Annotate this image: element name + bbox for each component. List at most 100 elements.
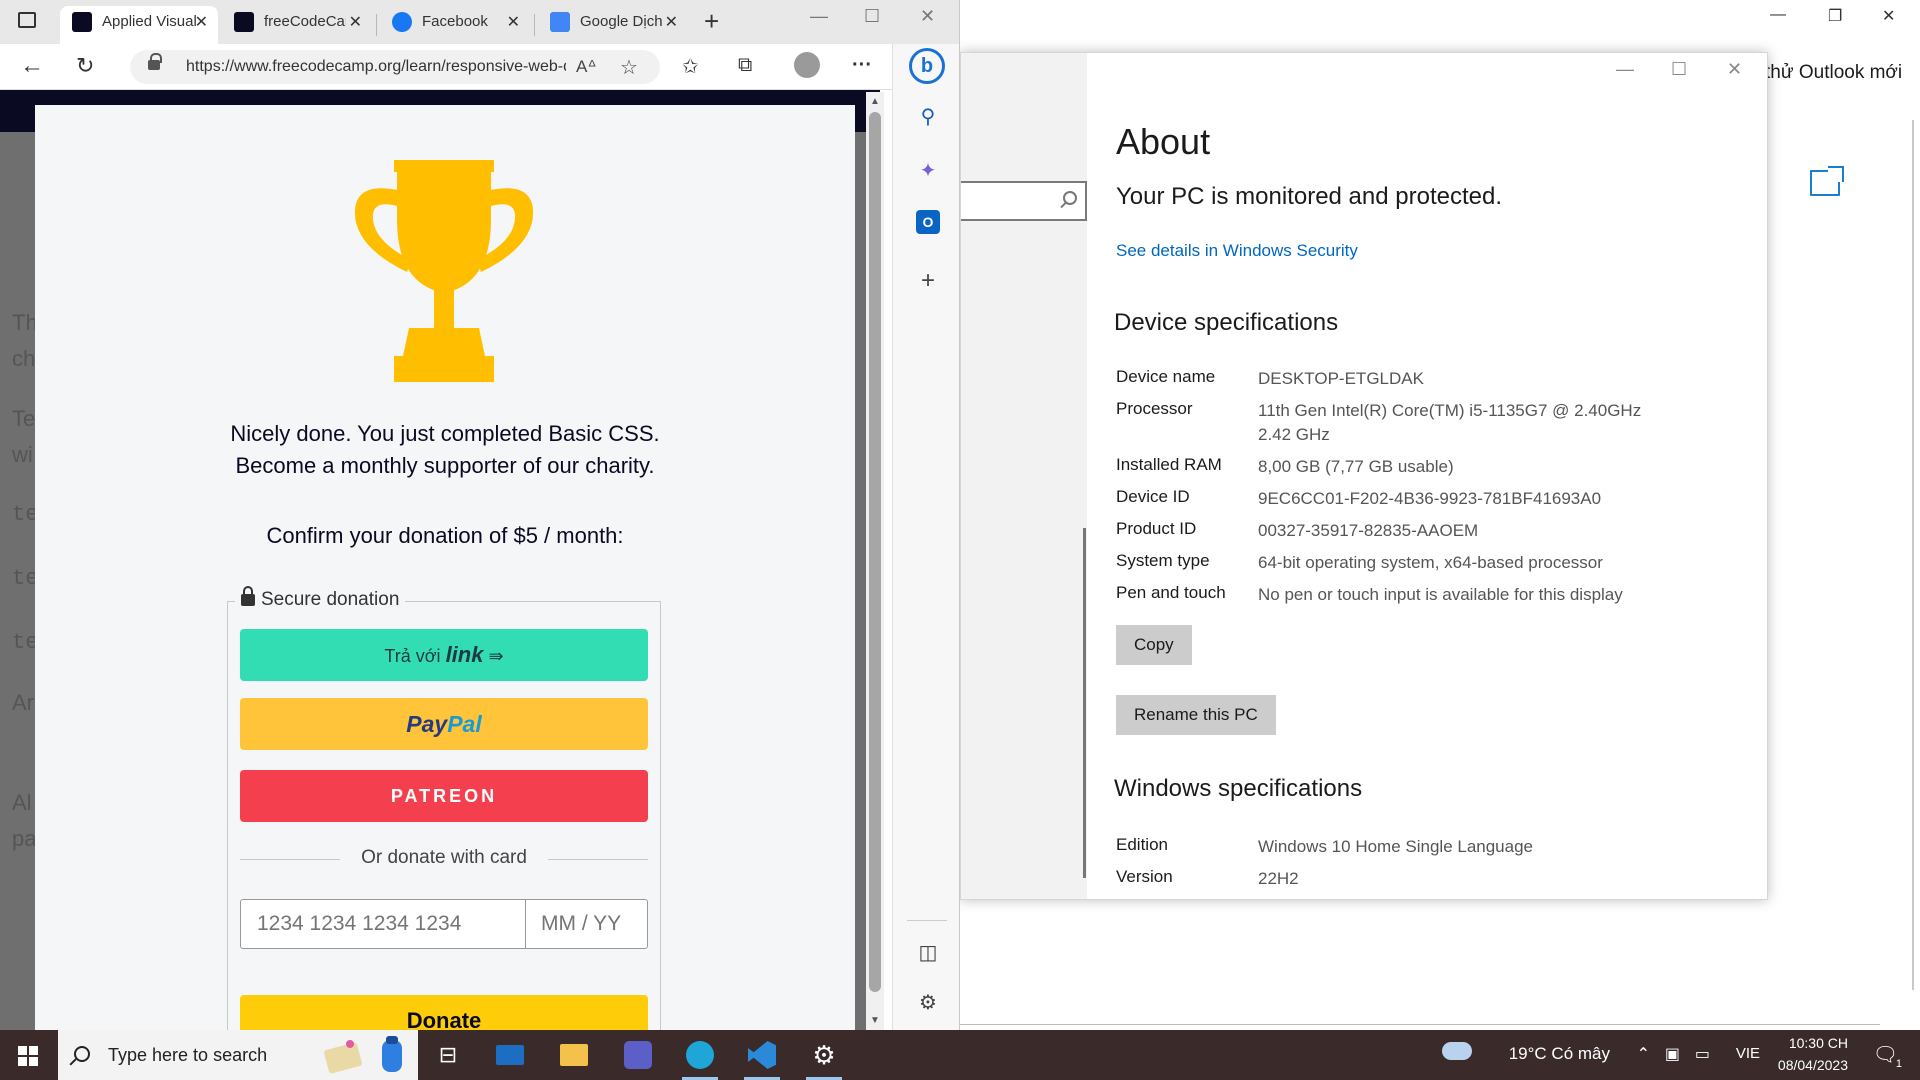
clock-date[interactable]: 08/04/2023	[1778, 1057, 1848, 1073]
spec-value: No pen or touch input is available for t…	[1258, 585, 1623, 604]
vscode-app[interactable]	[734, 1030, 790, 1080]
weather-text[interactable]: 19°C Có mây	[1509, 1044, 1610, 1064]
spec-value-line2: 2.42 GHz	[1258, 425, 1330, 444]
close-tab-icon[interactable]: ✕	[665, 12, 678, 32]
language-indicator[interactable]: VIE	[1736, 1045, 1760, 1062]
task-view-button[interactable]: ⊟	[420, 1030, 476, 1080]
address-bar: ← ↻ https://www.freecodecamp.org/learn/r…	[0, 44, 959, 90]
patreon-button[interactable]: PATREON	[240, 770, 648, 822]
mail-app[interactable]	[482, 1030, 538, 1080]
spec-value: Windows 10 Home Single Language	[1258, 837, 1534, 856]
spec-key: Version	[1116, 867, 1173, 886]
search-icon	[74, 1046, 90, 1062]
url-field[interactable]: https://www.freecodecamp.org/learn/respo…	[130, 50, 660, 84]
more-menu-icon[interactable]: ···	[852, 54, 872, 77]
battery-icon[interactable]: ▭	[1695, 1044, 1710, 1064]
taskbar: Type here to search ⊟ ⚙ 19°C Có mây ⌃ ▣ …	[0, 1030, 1920, 1080]
edge-app[interactable]	[672, 1030, 728, 1080]
clock-time[interactable]: 10:30 CH	[1789, 1035, 1848, 1051]
settings-search-box[interactable]	[961, 181, 1087, 221]
mail-icon	[496, 1045, 524, 1065]
close-tab-icon[interactable]: ✕	[507, 12, 520, 32]
new-tab-button[interactable]: +	[704, 6, 719, 37]
profile-avatar[interactable]	[794, 52, 820, 78]
tab-applied-visual-design[interactable]: Applied Visual Design ✕	[60, 6, 218, 44]
freecodecamp-icon	[234, 12, 254, 32]
browser-maximize-button[interactable]: ☐	[864, 6, 880, 27]
bg-scrollbar[interactable]	[1912, 120, 1914, 990]
tab-google-translate[interactable]: Google Dịch ✕	[538, 6, 688, 44]
page-text-fragment: Th	[12, 310, 38, 335]
donation-confirm-text: Confirm your donation of $5 / month:	[266, 523, 624, 548]
favorites-icon[interactable]: ✩	[682, 54, 699, 79]
settings-maximize-button[interactable]: ☐	[1671, 59, 1687, 80]
tab-facebook[interactable]: Facebook ✕	[380, 6, 530, 44]
add-sidebar-app-icon[interactable]: +	[913, 266, 943, 296]
close-tab-icon[interactable]: ✕	[349, 12, 362, 32]
add-favorite-icon[interactable]: ☆	[620, 55, 638, 80]
rename-pc-button[interactable]: Rename this PC	[1116, 695, 1276, 735]
notification-icon[interactable]: 🗨	[1873, 1042, 1898, 1067]
supporter-message: Become a monthly supporter of our charit…	[235, 453, 655, 478]
spec-value: 22H2	[1258, 869, 1299, 888]
bing-chat-icon[interactable]: b	[909, 48, 945, 84]
cloud-weather-icon[interactable]	[1442, 1042, 1472, 1060]
edge-sidebar: b ⚲ ✦ O + ◫ ⚙	[892, 44, 959, 1030]
outlook-promo-text[interactable]: thử Outlook mới	[1765, 62, 1902, 84]
page-text-fragment: wi	[12, 442, 33, 467]
sidebar-divider	[907, 920, 947, 921]
read-aloud-icon[interactable]: A͏ᐞ	[576, 57, 597, 77]
tab-actions-icon[interactable]	[18, 12, 36, 28]
spec-value: 9EC6CC01-F202-4B36-9923-781BF41693A0	[1258, 489, 1602, 508]
page-scrollbar[interactable]: ▲ ▼	[866, 92, 884, 1030]
paypal-button[interactable]: PayPal	[240, 698, 648, 750]
windows-security-link[interactable]: See details in Windows Security	[1116, 241, 1358, 261]
scroll-thumb[interactable]	[869, 112, 881, 992]
open-external-icon[interactable]	[1810, 166, 1844, 196]
spec-key: System type	[1116, 551, 1210, 570]
google-translate-icon	[550, 12, 570, 32]
tab-freecodecamp[interactable]: freeCodeCamp ✕	[222, 6, 372, 44]
teams-app[interactable]	[610, 1030, 666, 1080]
taskbar-search-box[interactable]: Type here to search	[58, 1030, 418, 1080]
settings-app[interactable]: ⚙	[796, 1030, 852, 1080]
card-number-input[interactable]	[241, 900, 526, 948]
bg-restore-button[interactable]: ❐	[1828, 6, 1842, 26]
page-title: About	[1116, 121, 1211, 162]
search-icon[interactable]: ⚲	[913, 102, 943, 132]
edge-icon	[686, 1041, 714, 1069]
back-arrow-icon[interactable]: ←	[20, 52, 44, 80]
page-text-fragment: Al	[12, 790, 32, 815]
settings-minimize-button[interactable]: —	[1616, 59, 1634, 80]
file-explorer-app[interactable]	[546, 1030, 602, 1080]
network-icon[interactable]: ▣	[1665, 1044, 1680, 1064]
lock-icon[interactable]	[148, 53, 162, 70]
secure-donation-legend: Secure donation	[235, 586, 406, 611]
url-text[interactable]: https://www.freecodecamp.org/learn/respo…	[186, 58, 566, 76]
copilot-icon[interactable]: ✦	[913, 156, 943, 186]
start-button[interactable]	[0, 1030, 56, 1080]
browser-minimize-button[interactable]: —	[810, 6, 828, 27]
pay-with-link-button[interactable]: Trả với link ⇛	[240, 629, 648, 681]
card-expiry-input[interactable]	[527, 900, 647, 948]
copy-button[interactable]: Copy	[1116, 625, 1192, 665]
scroll-up-icon[interactable]: ▲	[870, 96, 880, 107]
outlook-icon[interactable]: O	[916, 210, 940, 234]
bg-minimize-button[interactable]: —	[1770, 6, 1786, 24]
spec-key: Product ID	[1116, 519, 1197, 538]
sidebar-panel-icon[interactable]: ◫	[913, 938, 943, 968]
protection-status: Your PC is monitored and protected.	[1116, 183, 1503, 210]
vscode-icon	[748, 1041, 776, 1069]
donate-button[interactable]: Donate	[240, 995, 648, 1030]
chevron-up-icon[interactable]: ⌃	[1637, 1044, 1650, 1064]
scroll-down-icon[interactable]: ▼	[870, 1015, 880, 1026]
settings-gear-icon[interactable]: ⚙	[913, 988, 943, 1018]
close-tab-icon[interactable]: ✕	[195, 12, 208, 32]
settings-close-button[interactable]: ✕	[1727, 59, 1742, 80]
browser-close-button[interactable]: ✕	[920, 6, 935, 27]
collections-icon[interactable]: ⧉	[738, 54, 752, 77]
sidebar-scrollbar[interactable]	[1083, 528, 1086, 878]
refresh-icon[interactable]: ↻	[76, 53, 94, 79]
page-text-fragment: Ar	[12, 690, 34, 715]
bg-close-button[interactable]: ✕	[1882, 6, 1895, 26]
